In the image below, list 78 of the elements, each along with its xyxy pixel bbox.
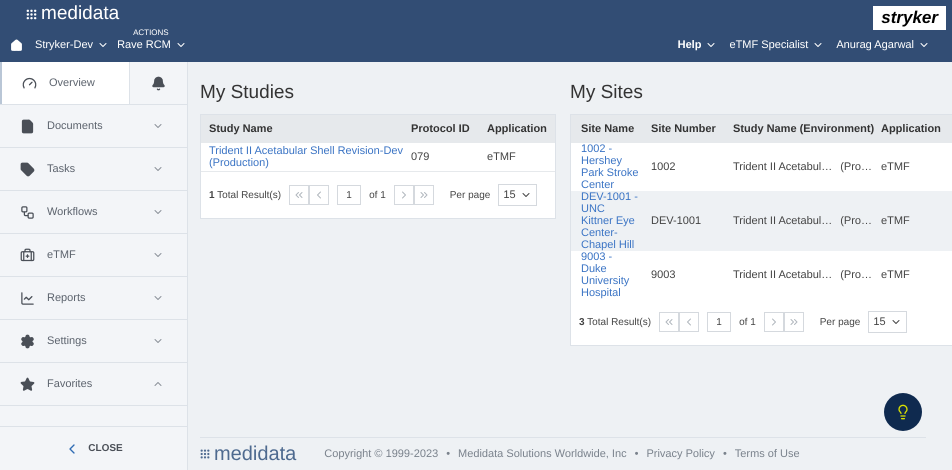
site-link[interactable]: 1002 - Hershey Park Stroke Center [581,143,651,191]
stryker-logo: stryker [873,6,946,30]
next-page-button[interactable] [394,185,414,205]
column-header[interactable]: Site Number [651,120,733,138]
table-cell: (Pro… [840,215,872,227]
actions-label: ACTIONS [133,28,169,37]
close-sidebar-button[interactable]: CLOSE [0,426,187,470]
column-header[interactable]: Application [881,120,941,138]
page-field[interactable]: 1 [337,185,362,205]
table-cell: (Pro… [840,161,872,173]
sidebar-item[interactable]: Overview [0,62,129,104]
nav-menu[interactable]: Stryker-Dev [35,37,110,54]
table-cell: (Pro… [840,269,872,281]
table-cell: Trident II Acetabul… [733,269,832,281]
footer-text: Copyright © 1999-2023 [324,446,438,462]
total-results: 1 Total Result(s) [209,188,282,202]
page-count: of 1 [369,188,386,202]
gauge-icon [22,76,37,90]
table-cell: eTMF [487,151,516,163]
separator-dot: • [722,446,727,462]
chart-icon [20,290,35,306]
separator-dot: • [446,446,450,462]
double-chevron-left-icon [663,316,676,328]
table-cell-text: DEV-1001 [651,215,702,227]
workflow-icon [20,204,35,220]
footer-text: Medidata Solutions Worldwide, Inc [458,446,627,462]
table-cell: Trident II Acetabul… [733,215,832,227]
previous-page-button[interactable] [309,185,330,205]
section-title: My Sites [570,81,644,105]
table-cell-text: 079 [411,151,430,163]
medical-case-icon [20,248,35,262]
column-header[interactable]: Application [487,120,547,138]
nav-menu[interactable]: Anurag Agarwal [836,37,930,54]
column-header[interactable]: Protocol ID [411,120,487,138]
home-icon[interactable] [10,38,23,52]
table-cell: eTMF [881,269,910,281]
column-header[interactable]: Site Name [581,120,651,138]
double-chevron-right-icon [788,316,800,328]
last-page-button[interactable] [414,185,434,205]
nav-menu[interactable]: Rave RCM [117,37,187,54]
logo-dots-icon [26,8,37,20]
per-page-label: Per page [450,188,490,202]
per-page-select[interactable]: 15 [868,311,907,333]
lightbulb-button[interactable] [884,393,922,431]
total-results: 3 Total Result(s) [579,316,652,330]
separator-dot: • [634,446,638,462]
nav-menu[interactable]: eTMF Specialist [729,37,824,54]
per-page-label: Per page [820,316,860,330]
table-cell: eTMF [881,215,910,227]
site-link[interactable]: 9003 - Duke University Hospital [581,251,651,299]
per-page-select[interactable]: 15 [498,184,537,206]
first-page-button[interactable] [659,312,680,332]
medidata-logo: medidata [214,444,296,464]
previous-page-button[interactable] [679,312,700,332]
column-header[interactable]: Study Name (Environment) [733,120,881,138]
first-page-button[interactable] [289,185,310,205]
column-header[interactable]: Study Name [209,120,411,138]
page-field[interactable]: 1 [707,312,732,332]
logo-dots-icon [200,449,210,459]
table-cell-text: 1002 [651,161,676,173]
nav-menu[interactable]: Help [678,37,718,54]
tag-icon [20,162,35,176]
site-link[interactable]: DEV-1001 - UNC Kittner Eye Center-Chapel Hill [581,191,651,251]
table-cell: eTMF [881,161,910,173]
double-chevron-right-icon [418,189,430,201]
table-cell-text: 9003 [651,269,676,281]
document-icon [20,118,35,134]
next-page-button[interactable] [764,312,784,332]
last-page-button[interactable] [784,312,804,332]
study-link[interactable]: Trident II Acetabular Shell Revision-Dev (Production) [209,145,411,169]
settings-icon [20,334,35,348]
section-title: My Studies [200,81,295,105]
star-icon [20,376,35,392]
page-count: of 1 [739,316,756,330]
table-cell: Trident II Acetabul… [733,161,832,173]
double-chevron-left-icon [293,189,306,201]
bell-icon [151,76,166,90]
medidata-logo[interactable]: medidata [41,4,120,24]
